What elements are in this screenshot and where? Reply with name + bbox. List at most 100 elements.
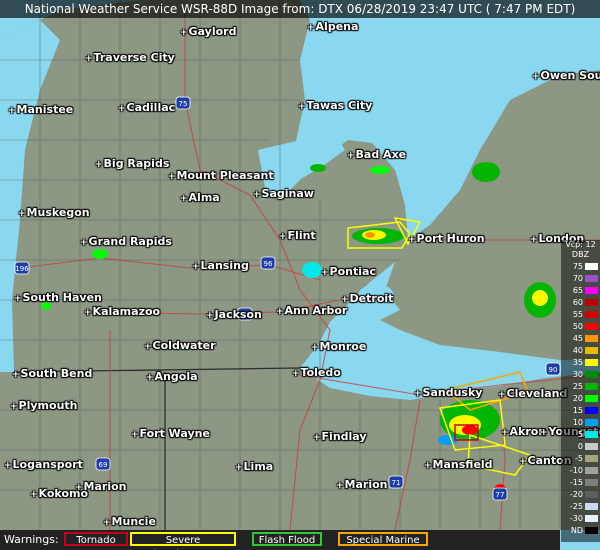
legend-row: 15 bbox=[563, 406, 598, 415]
legend-swatch bbox=[585, 479, 598, 486]
interstate-number: 69 bbox=[99, 461, 108, 469]
city-label: +South Bend bbox=[12, 367, 92, 380]
legend-row: -25 bbox=[563, 502, 598, 511]
city-name: Fort Wayne bbox=[139, 427, 210, 440]
legend-swatch bbox=[585, 335, 598, 342]
legend-value: 30 bbox=[572, 370, 583, 379]
city-label: +Lansing bbox=[192, 259, 249, 272]
city-label: +Fort Wayne bbox=[131, 427, 210, 440]
city-label: +Alma bbox=[180, 191, 220, 204]
interstate-shield-icon: 77 bbox=[492, 487, 508, 501]
city-label: +Detroit bbox=[341, 292, 393, 305]
city-label: +Kalamazoo bbox=[84, 305, 160, 318]
city-name: Grand Rapids bbox=[88, 235, 172, 248]
legend-value: 0 bbox=[577, 442, 583, 451]
legend-row: -15 bbox=[563, 478, 598, 487]
city-name: Manistee bbox=[16, 103, 74, 116]
city-marker-icon: + bbox=[501, 428, 509, 438]
city-marker-icon: + bbox=[313, 433, 321, 443]
legend-value: 70 bbox=[572, 274, 583, 283]
legend-row: 60 bbox=[563, 298, 598, 307]
legend-swatch bbox=[585, 311, 598, 318]
city-marker-icon: + bbox=[12, 370, 20, 380]
legend-value: -20 bbox=[569, 490, 583, 499]
city-name: Flint bbox=[287, 229, 316, 242]
city-marker-icon: + bbox=[144, 342, 152, 352]
city-name: Marion bbox=[83, 480, 127, 493]
interstate-shield-icon: 196 bbox=[14, 261, 30, 275]
legend-row: 45 bbox=[563, 334, 598, 343]
city-name: Mansfield bbox=[432, 458, 493, 471]
city-label: +Monroe bbox=[311, 340, 366, 353]
city-name: Sandusky bbox=[422, 386, 483, 399]
legend-value: 10 bbox=[572, 418, 583, 427]
interstate-number: 75 bbox=[179, 100, 188, 108]
legend-unit: DBZ bbox=[571, 250, 590, 259]
city-marker-icon: + bbox=[206, 311, 214, 321]
legend-vcp: Vcp: 12 bbox=[565, 240, 596, 249]
city-marker-icon: + bbox=[540, 428, 548, 438]
legend-value: 25 bbox=[572, 382, 583, 391]
city-label: +Alpena bbox=[307, 20, 358, 33]
city-marker-icon: + bbox=[336, 481, 344, 491]
city-marker-icon: + bbox=[498, 390, 506, 400]
city-label: +Angola bbox=[146, 370, 198, 383]
city-name: Findlay bbox=[321, 430, 367, 443]
legend-swatch bbox=[585, 347, 598, 354]
city-label: +Toledo bbox=[292, 366, 341, 379]
city-label: +Tawas City bbox=[298, 99, 372, 112]
city-name: Angola bbox=[154, 370, 198, 383]
legend-row: 5 bbox=[563, 430, 598, 439]
legend-swatch bbox=[585, 443, 598, 450]
legend-value: -30 bbox=[569, 514, 583, 523]
legend-swatch bbox=[585, 395, 598, 402]
city-name: Bad Axe bbox=[355, 148, 407, 161]
interstate-number: 90 bbox=[549, 366, 558, 374]
city-marker-icon: + bbox=[532, 72, 540, 82]
city-label: +Saginaw bbox=[253, 187, 314, 200]
legend-swatch bbox=[585, 371, 598, 378]
city-marker-icon: + bbox=[307, 23, 315, 33]
city-name: Big Rapids bbox=[103, 157, 170, 170]
legend-value: 75 bbox=[572, 262, 583, 271]
legend-row: ND bbox=[563, 526, 598, 535]
warnings-bar: Warnings: TornadoSevere Thunderstorm Flas… bbox=[0, 530, 560, 550]
city-name: Kalamazoo bbox=[92, 305, 161, 318]
legend-swatch bbox=[585, 503, 598, 510]
warnings-label: Warnings: bbox=[4, 533, 59, 546]
city-label: +Cadillac bbox=[118, 101, 175, 114]
legend-value: 40 bbox=[572, 346, 583, 355]
city-label: +Flint bbox=[279, 229, 316, 242]
city-label: +Gaylord bbox=[180, 25, 236, 38]
legend-swatch bbox=[585, 419, 598, 426]
city-marker-icon: + bbox=[131, 430, 139, 440]
city-marker-icon: + bbox=[180, 28, 188, 38]
city-name: Jackson bbox=[214, 308, 262, 321]
legend-value: 5 bbox=[577, 430, 583, 439]
city-marker-icon: + bbox=[292, 369, 300, 379]
city-marker-icon: + bbox=[103, 518, 111, 528]
city-label: +Cleveland bbox=[498, 387, 567, 400]
interstate-shield-icon: 90 bbox=[545, 362, 561, 376]
legend-value: 50 bbox=[572, 322, 583, 331]
interstate-shield-icon: 75 bbox=[175, 96, 191, 110]
city-label: +Owen Sound bbox=[532, 69, 600, 82]
city-label: +Jackson bbox=[206, 308, 262, 321]
warning-type-3: Flash Flood bbox=[252, 532, 322, 546]
city-label: +Ann Arbor bbox=[276, 304, 347, 317]
city-label: +Muncie bbox=[103, 515, 156, 528]
legend-row: 70 bbox=[563, 274, 598, 283]
city-marker-icon: + bbox=[519, 457, 527, 467]
interstate-number: 196 bbox=[15, 265, 29, 273]
city-name: Saginaw bbox=[261, 187, 314, 200]
legend-row: -5 bbox=[563, 454, 598, 463]
city-marker-icon: + bbox=[298, 102, 306, 112]
city-name: South Bend bbox=[20, 367, 93, 380]
city-name: Mount Pleasant bbox=[176, 169, 274, 182]
city-label: +Pontiac bbox=[321, 265, 376, 278]
legend-swatch bbox=[585, 263, 598, 270]
city-marker-icon: + bbox=[414, 389, 422, 399]
city-name: Owen Sound bbox=[540, 69, 600, 82]
legend-swatch bbox=[585, 455, 598, 462]
city-marker-icon: + bbox=[235, 463, 243, 473]
